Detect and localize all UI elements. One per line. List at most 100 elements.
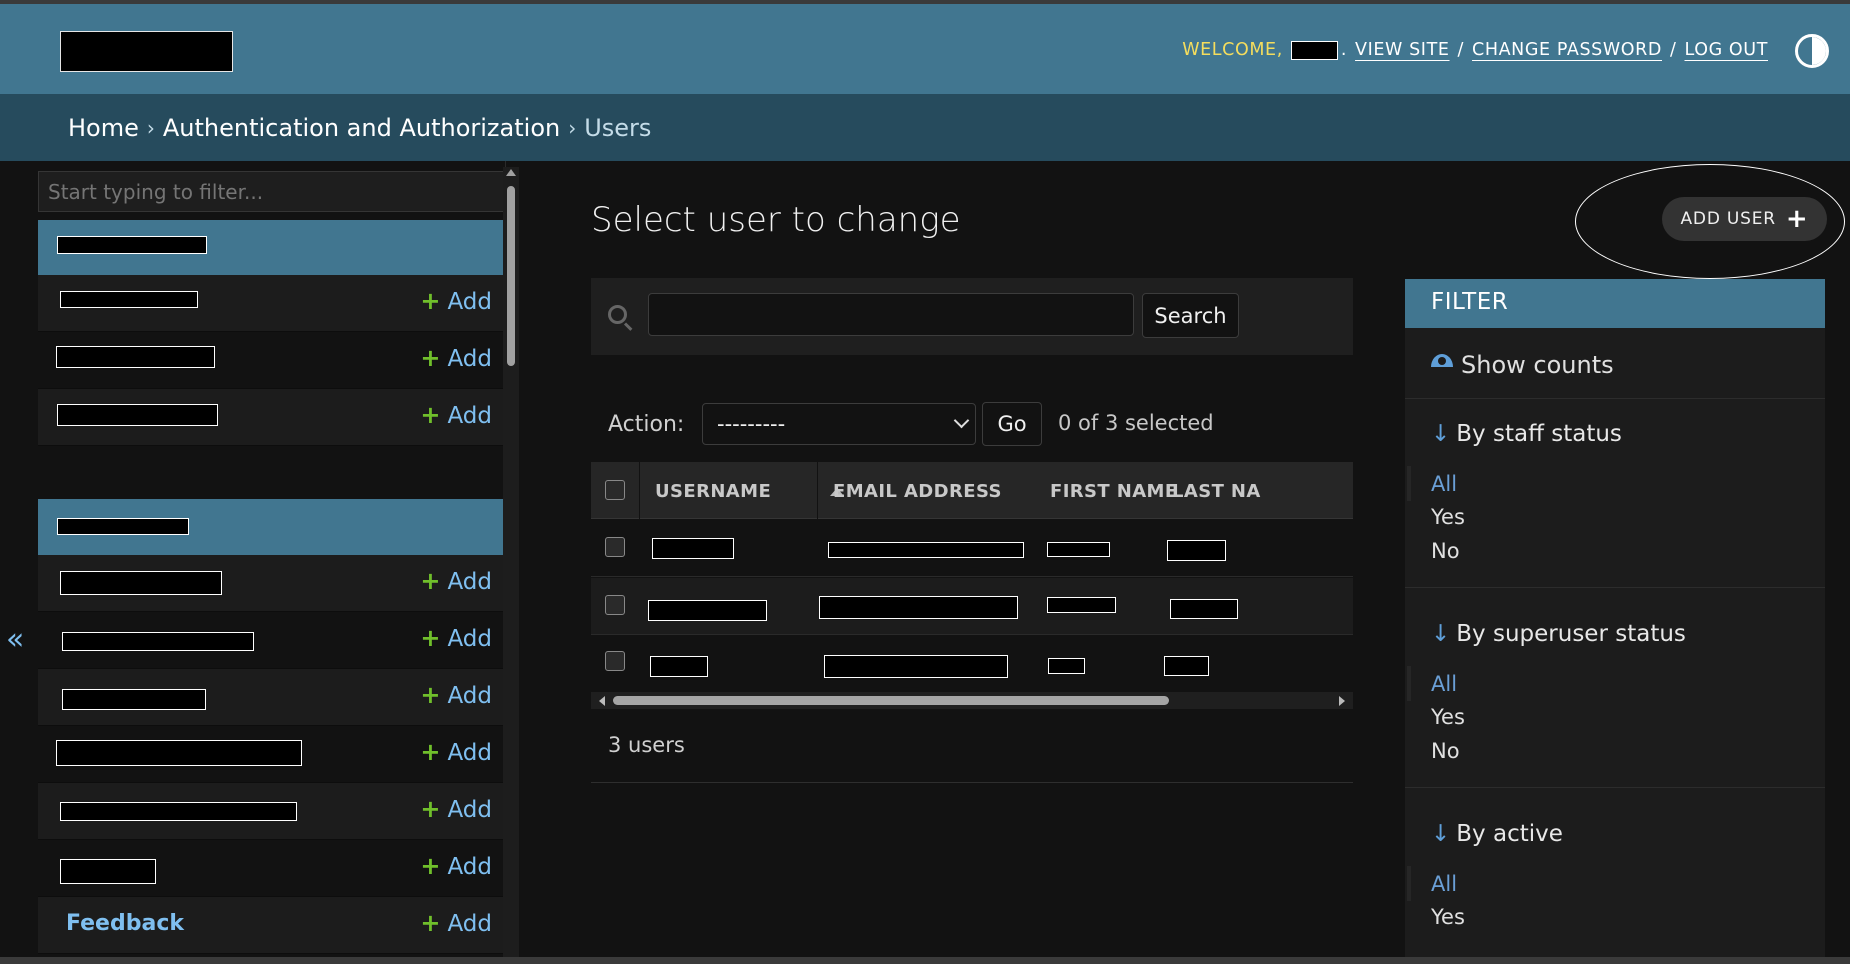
sidebar-model-row[interactable]: + Add (38, 389, 505, 446)
plus-icon: + (420, 287, 441, 315)
log-out-link[interactable]: LOG OUT (1685, 40, 1769, 60)
filter-selected-bar (1407, 866, 1411, 901)
actions-bar: Action: --------- Go 0 of 3 selected (591, 400, 1353, 448)
add-model-link[interactable]: + Add (420, 567, 492, 595)
table-header: USERNAME EMAIL ADDRESS FIRST NAME LAST N… (591, 462, 1353, 519)
search-input[interactable] (648, 293, 1134, 336)
plus-icon: + (420, 738, 441, 766)
sidebar-model-row[interactable]: + Add (38, 840, 505, 897)
filter-divider (1405, 398, 1825, 399)
change-password-link[interactable]: CHANGE PASSWORD (1472, 40, 1662, 60)
filter-option[interactable]: No (1431, 539, 1460, 563)
breadcrumb-home[interactable]: Home (68, 114, 139, 142)
model-name-redacted (60, 291, 198, 308)
column-header-first-name[interactable]: FIRST NAME (1050, 481, 1178, 502)
sidebar-scrollbar[interactable] (503, 167, 519, 957)
sidebar-model-row[interactable]: + Add (38, 669, 505, 726)
view-site-link[interactable]: VIEW SITE (1355, 40, 1449, 60)
arrow-down-icon: ↓ (1431, 621, 1451, 647)
action-select[interactable]: --------- (702, 403, 976, 445)
add-model-link[interactable]: + Add (420, 681, 492, 709)
breadcrumb-auth-app[interactable]: Authentication and Authorization (163, 114, 560, 142)
feedback-link[interactable]: Feedback (66, 911, 184, 936)
add-model-link[interactable]: + Add (420, 624, 492, 652)
plus-icon: + (420, 909, 441, 937)
filter-selected-bar (1407, 666, 1411, 701)
add-label: Add (447, 289, 492, 315)
sidebar-model-row-feedback[interactable]: Feedback + Add (38, 897, 505, 954)
go-button[interactable]: Go (982, 402, 1042, 446)
row-checkbox[interactable] (605, 651, 625, 671)
plus-icon: + (420, 681, 441, 709)
sidebar-model-row[interactable]: + Add (38, 555, 505, 612)
add-model-link[interactable]: + Add (420, 852, 492, 880)
sidebar-model-row[interactable]: + Add (38, 783, 505, 840)
scroll-left-icon[interactable] (599, 696, 605, 706)
user-tools-separator: / (1670, 40, 1677, 60)
table-horizontal-scrollbar[interactable] (591, 692, 1353, 709)
result-count: 3 users (608, 733, 685, 757)
row-checkbox[interactable] (605, 537, 625, 557)
add-model-link[interactable]: + Add (420, 287, 492, 315)
filter-group-title[interactable]: ↓ By active (1431, 821, 1563, 847)
username-redacted[interactable] (648, 600, 767, 621)
filter-selected-bar (1407, 466, 1411, 501)
sidebar-model-row[interactable]: + Add (38, 275, 505, 332)
plus-icon: + (420, 344, 441, 372)
select-all-checkbox[interactable] (605, 480, 625, 500)
add-model-link[interactable]: + Add (420, 401, 492, 429)
email-redacted (828, 542, 1024, 558)
filter-group-title[interactable]: ↓ By staff status (1431, 421, 1622, 447)
add-label: Add (447, 683, 492, 709)
email-redacted (819, 596, 1018, 619)
filter-option[interactable]: Yes (1431, 505, 1465, 529)
app-caption-redacted[interactable] (38, 499, 505, 555)
column-header-email[interactable]: EMAIL ADDRESS (833, 481, 1002, 502)
scroll-up-icon[interactable] (506, 169, 516, 176)
nav-sidebar: +Add +Add +Add +Add +Add +Add +Add +Add … (36, 161, 506, 957)
show-counts-label: Show counts (1461, 351, 1614, 379)
filter-group-title[interactable]: ↓ By superuser status (1431, 621, 1686, 647)
add-model-link[interactable]: + Add (420, 738, 492, 766)
add-label: Add (447, 626, 492, 652)
scrollbar-thumb[interactable] (613, 696, 1169, 705)
model-name-redacted (60, 859, 156, 884)
add-label: Add (447, 346, 492, 372)
column-header-last-name[interactable]: LAST NA (1172, 481, 1261, 502)
nav-filter-input[interactable] (38, 171, 504, 212)
theme-toggle-icon[interactable] (1795, 34, 1829, 68)
filter-option[interactable]: All (1431, 472, 1457, 496)
model-name-redacted (57, 404, 218, 426)
show-counts-link[interactable]: Show counts (1431, 351, 1614, 379)
username-redacted[interactable] (652, 538, 734, 559)
filter-option[interactable]: All (1431, 672, 1457, 696)
column-header-username[interactable]: USERNAME (655, 481, 771, 502)
scrollbar-thumb[interactable] (507, 186, 515, 366)
add-model-link[interactable]: + Add (420, 795, 492, 823)
filter-group-label: By superuser status (1456, 621, 1686, 647)
filter-option[interactable]: Yes (1431, 905, 1465, 929)
result-list-table: USERNAME EMAIL ADDRESS FIRST NAME LAST N… (591, 462, 1353, 711)
model-name-redacted (60, 802, 297, 821)
table-row[interactable] (591, 636, 1353, 693)
filter-option[interactable]: All (1431, 872, 1457, 896)
sidebar-model-row[interactable]: + Add (38, 726, 505, 783)
filter-option[interactable]: Yes (1431, 705, 1465, 729)
sidebar-model-row[interactable]: + Add (38, 332, 505, 389)
double-chevron-left-icon[interactable]: « (6, 622, 24, 657)
add-feedback-link[interactable]: + Add (420, 909, 492, 937)
username-redacted[interactable] (650, 656, 708, 677)
sidebar-model-row[interactable]: + Add (38, 612, 505, 669)
chevron-down-icon (953, 412, 970, 429)
search-button[interactable]: Search (1142, 293, 1239, 338)
add-model-link[interactable]: + Add (420, 344, 492, 372)
row-checkbox[interactable] (605, 595, 625, 615)
filter-option[interactable]: No (1431, 739, 1460, 763)
add-user-button[interactable]: ADD USER + (1662, 197, 1827, 241)
app-caption-redacted[interactable] (38, 220, 505, 276)
filter-group-label: By staff status (1456, 421, 1622, 447)
site-branding-redacted[interactable] (60, 31, 233, 72)
scroll-right-icon[interactable] (1339, 696, 1345, 706)
table-row[interactable] (591, 520, 1353, 577)
table-row[interactable] (591, 578, 1353, 635)
